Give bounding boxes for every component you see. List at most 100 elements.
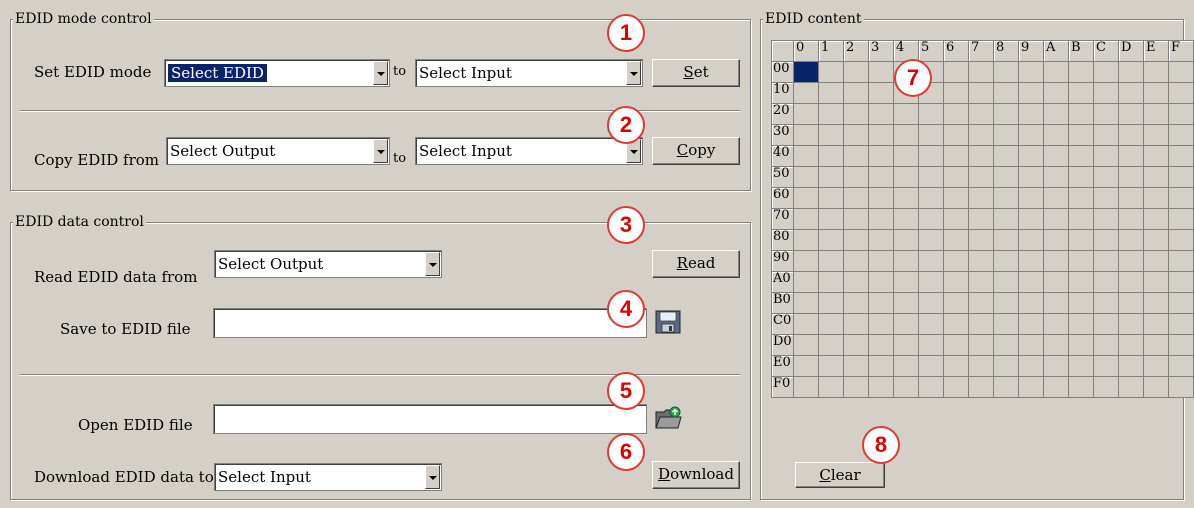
grid-cell[interactable] bbox=[943, 313, 969, 335]
grid-cell[interactable] bbox=[1143, 271, 1169, 293]
grid-cell[interactable] bbox=[818, 376, 844, 398]
grid-cell[interactable] bbox=[943, 355, 969, 377]
grid-cell[interactable] bbox=[868, 82, 894, 104]
grid-cell[interactable] bbox=[793, 82, 819, 104]
grid-cell[interactable] bbox=[1043, 103, 1069, 125]
grid-cell[interactable] bbox=[1168, 103, 1194, 125]
grid-cell[interactable] bbox=[1143, 187, 1169, 209]
copy-input-select[interactable]: Select Input bbox=[415, 137, 643, 165]
grid-cell[interactable] bbox=[793, 229, 819, 251]
chevron-down-icon[interactable] bbox=[425, 252, 440, 276]
grid-cell[interactable] bbox=[1068, 61, 1094, 83]
grid-cell[interactable] bbox=[918, 124, 944, 146]
grid-cell[interactable] bbox=[1018, 103, 1044, 125]
grid-cell[interactable] bbox=[1068, 103, 1094, 125]
grid-cell[interactable] bbox=[818, 313, 844, 335]
grid-cell[interactable] bbox=[1018, 355, 1044, 377]
grid-cell[interactable] bbox=[868, 313, 894, 335]
grid-cell[interactable] bbox=[793, 355, 819, 377]
grid-cell[interactable] bbox=[943, 376, 969, 398]
grid-cell[interactable] bbox=[918, 292, 944, 314]
grid-cell[interactable] bbox=[818, 208, 844, 230]
grid-cell[interactable] bbox=[943, 292, 969, 314]
grid-cell[interactable] bbox=[1118, 82, 1144, 104]
grid-cell[interactable] bbox=[968, 334, 994, 356]
grid-cell[interactable] bbox=[793, 208, 819, 230]
grid-cell[interactable] bbox=[1043, 292, 1069, 314]
grid-cell[interactable] bbox=[1043, 313, 1069, 335]
chevron-down-icon[interactable] bbox=[425, 465, 440, 489]
grid-cell[interactable] bbox=[1043, 271, 1069, 293]
grid-cell[interactable] bbox=[968, 313, 994, 335]
download-button[interactable]: Download bbox=[652, 461, 740, 489]
grid-cell[interactable] bbox=[843, 82, 869, 104]
grid-cell[interactable] bbox=[868, 166, 894, 188]
grid-cell[interactable] bbox=[893, 250, 919, 272]
grid-cell[interactable] bbox=[1018, 187, 1044, 209]
grid-cell[interactable] bbox=[1018, 313, 1044, 335]
grid-cell[interactable] bbox=[793, 61, 819, 83]
grid-cell[interactable] bbox=[1168, 124, 1194, 146]
chevron-down-icon[interactable] bbox=[373, 139, 388, 163]
grid-cell[interactable] bbox=[1143, 334, 1169, 356]
grid-cell[interactable] bbox=[893, 355, 919, 377]
open-file-button[interactable] bbox=[654, 404, 682, 432]
grid-cell[interactable] bbox=[1018, 145, 1044, 167]
grid-cell[interactable] bbox=[843, 166, 869, 188]
grid-cell[interactable] bbox=[1093, 250, 1119, 272]
grid-cell[interactable] bbox=[1168, 250, 1194, 272]
grid-cell[interactable] bbox=[918, 376, 944, 398]
grid-cell[interactable] bbox=[818, 250, 844, 272]
grid-cell[interactable] bbox=[818, 187, 844, 209]
grid-cell[interactable] bbox=[918, 145, 944, 167]
grid-cell[interactable] bbox=[1043, 145, 1069, 167]
grid-cell[interactable] bbox=[943, 82, 969, 104]
grid-cell[interactable] bbox=[1018, 61, 1044, 83]
grid-cell[interactable] bbox=[1018, 250, 1044, 272]
grid-cell[interactable] bbox=[843, 250, 869, 272]
grid-cell[interactable] bbox=[1043, 229, 1069, 251]
grid-cell[interactable] bbox=[1043, 355, 1069, 377]
grid-cell[interactable] bbox=[818, 355, 844, 377]
grid-cell[interactable] bbox=[1168, 355, 1194, 377]
grid-cell[interactable] bbox=[1168, 61, 1194, 83]
grid-cell[interactable] bbox=[843, 334, 869, 356]
grid-cell[interactable] bbox=[1143, 313, 1169, 335]
read-output-select[interactable]: Select Output bbox=[214, 250, 442, 278]
grid-cell[interactable] bbox=[968, 82, 994, 104]
grid-cell[interactable] bbox=[1118, 334, 1144, 356]
grid-cell[interactable] bbox=[1018, 124, 1044, 146]
grid-cell[interactable] bbox=[943, 229, 969, 251]
grid-cell[interactable] bbox=[1168, 376, 1194, 398]
grid-cell[interactable] bbox=[968, 376, 994, 398]
grid-cell[interactable] bbox=[1043, 208, 1069, 230]
grid-cell[interactable] bbox=[968, 103, 994, 125]
chevron-down-icon[interactable] bbox=[626, 61, 641, 85]
grid-cell[interactable] bbox=[943, 145, 969, 167]
grid-cell[interactable] bbox=[918, 250, 944, 272]
grid-cell[interactable] bbox=[1043, 187, 1069, 209]
grid-cell[interactable] bbox=[1143, 61, 1169, 83]
grid-cell[interactable] bbox=[968, 208, 994, 230]
grid-cell[interactable] bbox=[893, 376, 919, 398]
grid-cell[interactable] bbox=[1168, 292, 1194, 314]
grid-cell[interactable] bbox=[918, 271, 944, 293]
grid-cell[interactable] bbox=[868, 187, 894, 209]
grid-cell[interactable] bbox=[793, 334, 819, 356]
grid-cell[interactable] bbox=[868, 334, 894, 356]
grid-cell[interactable] bbox=[1143, 355, 1169, 377]
grid-cell[interactable] bbox=[893, 292, 919, 314]
grid-cell[interactable] bbox=[1068, 271, 1094, 293]
grid-cell[interactable] bbox=[843, 313, 869, 335]
grid-cell[interactable] bbox=[868, 208, 894, 230]
grid-cell[interactable] bbox=[818, 82, 844, 104]
grid-cell[interactable] bbox=[818, 124, 844, 146]
grid-cell[interactable] bbox=[843, 229, 869, 251]
grid-cell[interactable] bbox=[1118, 376, 1144, 398]
grid-cell[interactable] bbox=[893, 208, 919, 230]
grid-cell[interactable] bbox=[843, 292, 869, 314]
grid-cell[interactable] bbox=[918, 187, 944, 209]
grid-cell[interactable] bbox=[1118, 229, 1144, 251]
grid-cell[interactable] bbox=[968, 355, 994, 377]
grid-cell[interactable] bbox=[793, 166, 819, 188]
